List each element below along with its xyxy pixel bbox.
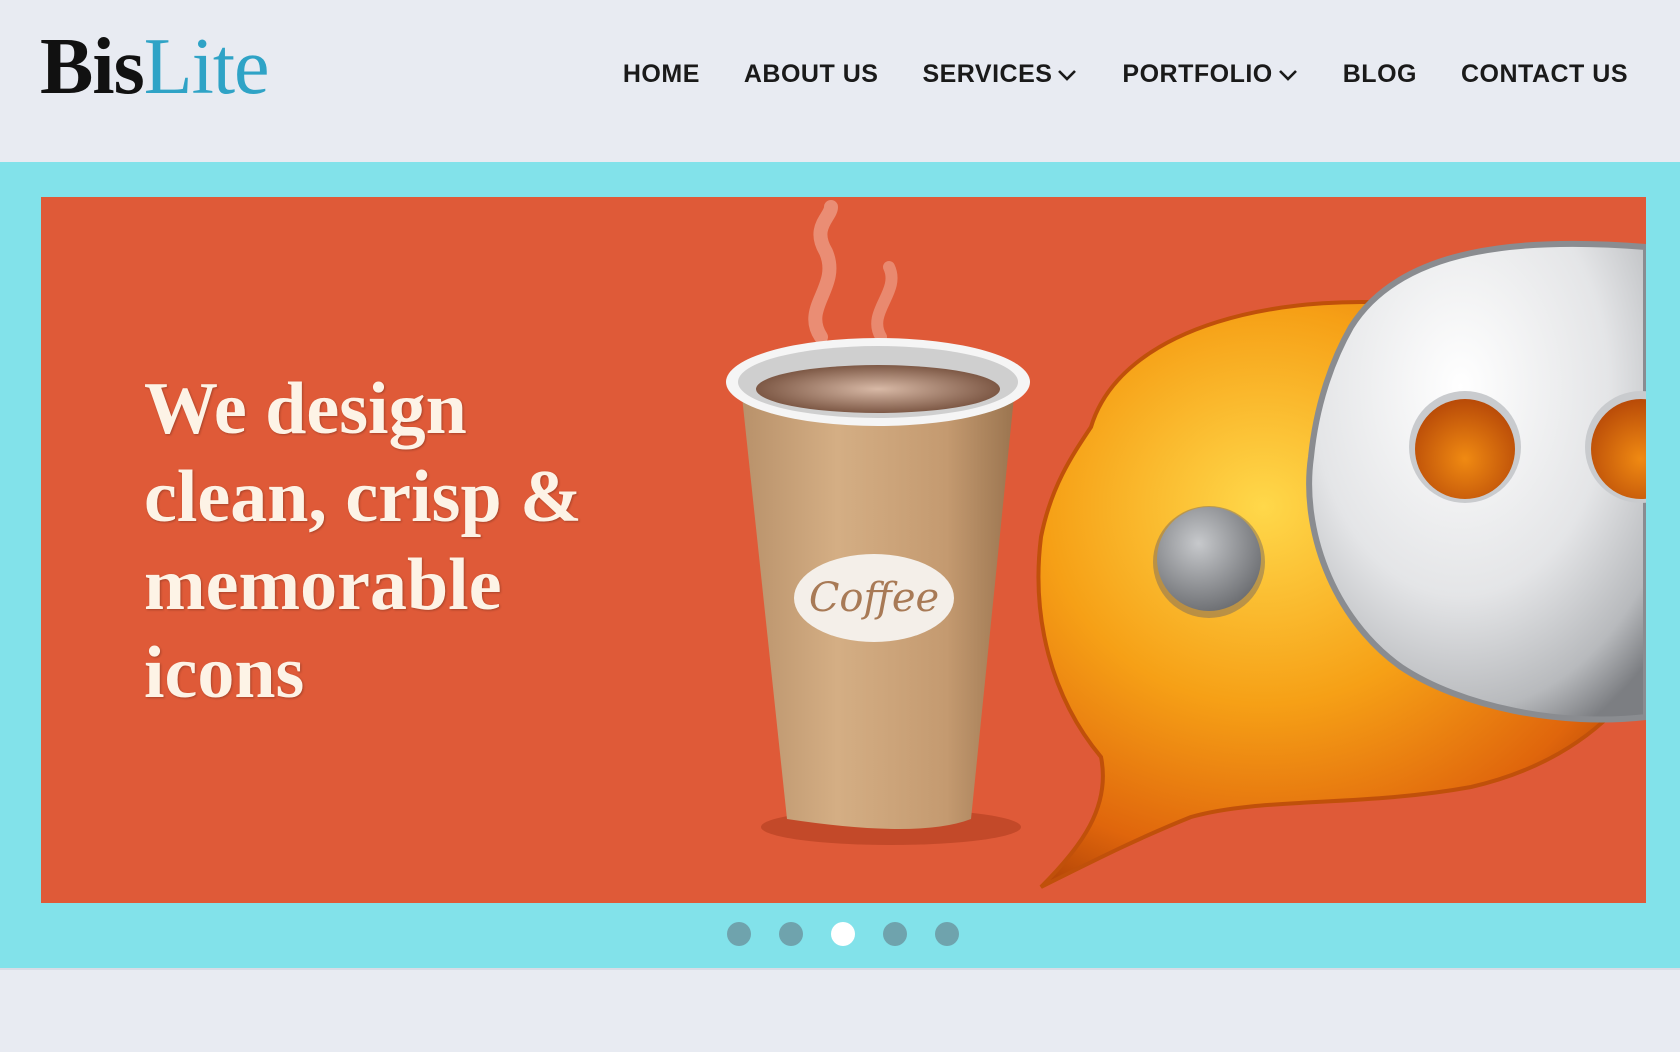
nav-home[interactable]: HOME xyxy=(623,60,700,89)
chevron-down-icon xyxy=(1278,69,1297,81)
nav-about-us[interactable]: ABOUT US xyxy=(744,60,879,89)
nav-blog-label: BLOG xyxy=(1342,60,1417,88)
slider-dot-3[interactable] xyxy=(831,922,855,946)
headline-line: We design xyxy=(144,368,467,450)
chevron-down-icon xyxy=(1058,69,1077,81)
logo-text-lite: Lite xyxy=(143,23,270,111)
nav-home-label: HOME xyxy=(622,60,700,88)
logo-text-bis: Bis xyxy=(40,23,145,111)
slider-pagination xyxy=(727,922,959,946)
main-nav: HOME ABOUT US SERVICES PORTFOLIO BLOG CO… xyxy=(579,60,1628,89)
site-header: BisLite HOME ABOUT US SERVICES PORTFOLIO… xyxy=(0,0,1680,162)
nav-blog[interactable]: BLOG xyxy=(1343,60,1417,89)
page-bottom-area xyxy=(0,968,1680,1052)
nav-about-us-label: ABOUT US xyxy=(743,60,879,88)
hero-slide[interactable]: Coffee We design clean, crisp & memorabl… xyxy=(41,197,1646,903)
nav-services-label: SERVICES xyxy=(922,60,1053,88)
nav-contact-us[interactable]: CONTACT US xyxy=(1461,60,1628,89)
slider-dot-5[interactable] xyxy=(935,922,959,946)
nav-portfolio[interactable]: PORTFOLIO xyxy=(1122,60,1298,89)
slider-dot-4[interactable] xyxy=(883,922,907,946)
nav-contact-us-label: CONTACT US xyxy=(1460,60,1628,88)
slider-dot-1[interactable] xyxy=(727,922,751,946)
slider-dot-2[interactable] xyxy=(779,922,803,946)
site-logo[interactable]: BisLite xyxy=(40,22,270,112)
cup-label: Coffee xyxy=(809,575,939,621)
hero-headline: We design clean, crisp & memorable icons xyxy=(144,365,704,717)
nav-portfolio-label: PORTFOLIO xyxy=(1122,60,1273,88)
headline-line: clean, crisp & xyxy=(144,456,582,538)
headline-line: icons xyxy=(144,632,305,714)
headline-line: memorable xyxy=(144,544,502,626)
hero-slider: Coffee We design clean, crisp & memorabl… xyxy=(0,162,1680,968)
nav-services[interactable]: SERVICES xyxy=(922,60,1078,89)
